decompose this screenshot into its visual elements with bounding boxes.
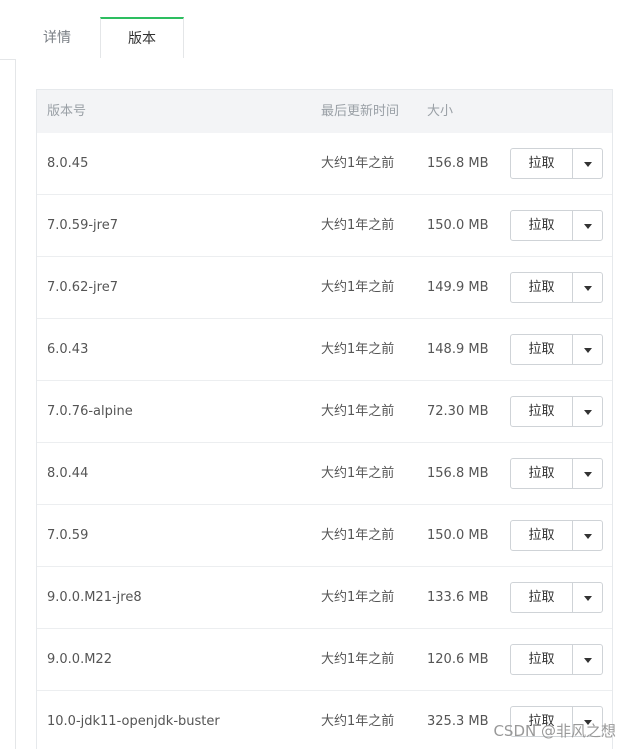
- pull-dropdown-toggle[interactable]: [573, 459, 602, 488]
- version-tag: 7.0.59-jre7: [47, 218, 118, 233]
- chevron-down-icon: [583, 409, 592, 415]
- updated-time: 大约1年之前: [321, 590, 395, 605]
- pull-button-group: 拉取: [510, 520, 603, 551]
- pull-dropdown-toggle[interactable]: [573, 335, 602, 364]
- version-tag: 8.0.44: [47, 466, 89, 481]
- pull-dropdown-toggle[interactable]: [573, 211, 602, 240]
- image-size: 325.3 MB: [427, 714, 489, 729]
- image-size: 156.8 MB: [427, 156, 489, 171]
- chevron-down-icon: [583, 161, 592, 167]
- chevron-down-icon: [583, 657, 592, 663]
- table-row: 9.0.0.M21-jre8 大约1年之前 133.6 MB 拉取: [37, 567, 612, 629]
- header-tag: 版本号: [47, 104, 87, 119]
- pull-button[interactable]: 拉取: [511, 521, 573, 550]
- pull-dropdown-toggle[interactable]: [573, 273, 602, 302]
- header-size: 大小: [427, 104, 454, 119]
- pull-button[interactable]: 拉取: [511, 211, 573, 240]
- version-tag: 9.0.0.M21-jre8: [47, 590, 142, 605]
- image-size: 120.6 MB: [427, 652, 489, 667]
- updated-time: 大约1年之前: [321, 156, 395, 171]
- updated-time: 大约1年之前: [321, 218, 395, 233]
- table-row: 7.0.59-jre7 大约1年之前 150.0 MB 拉取: [37, 195, 612, 257]
- version-tag: 7.0.76-alpine: [47, 404, 133, 419]
- pull-button[interactable]: 拉取: [511, 459, 573, 488]
- pull-dropdown-toggle[interactable]: [573, 583, 602, 612]
- table-row: 7.0.76-alpine 大约1年之前 72.30 MB 拉取: [37, 381, 612, 443]
- version-tag: 7.0.62-jre7: [47, 280, 118, 295]
- pull-button-group: 拉取: [510, 644, 603, 675]
- table-row: 7.0.62-jre7 大约1年之前 149.9 MB 拉取: [37, 257, 612, 319]
- tab-bar: 详情 版本: [0, 0, 631, 60]
- tab-versions[interactable]: 版本: [100, 17, 184, 58]
- pull-button-group: 拉取: [510, 396, 603, 427]
- updated-time: 大约1年之前: [321, 404, 395, 419]
- image-size: 150.0 MB: [427, 218, 489, 233]
- pull-button-group: 拉取: [510, 582, 603, 613]
- versions-table: 版本号 最后更新时间 大小 8.0.45 大约1年之前 156.8 MB 拉取 7.0.…: [36, 89, 613, 749]
- chevron-down-icon: [583, 347, 592, 353]
- version-tag: 10.0-jdk11-openjdk-buster: [47, 714, 220, 729]
- pull-button-group: 拉取: [510, 458, 603, 489]
- image-size: 72.30 MB: [427, 404, 489, 419]
- chevron-down-icon: [583, 595, 592, 601]
- version-tag: 8.0.45: [47, 156, 89, 171]
- table-header: 版本号 最后更新时间 大小: [37, 90, 612, 133]
- image-size: 156.8 MB: [427, 466, 489, 481]
- updated-time: 大约1年之前: [321, 280, 395, 295]
- pull-button[interactable]: 拉取: [511, 273, 573, 302]
- table-row: 6.0.43 大约1年之前 148.9 MB 拉取: [37, 319, 612, 381]
- pull-button[interactable]: 拉取: [511, 583, 573, 612]
- version-tag: 7.0.59: [47, 528, 89, 543]
- pull-button[interactable]: 拉取: [511, 335, 573, 364]
- pull-button[interactable]: 拉取: [511, 149, 573, 178]
- updated-time: 大约1年之前: [321, 652, 395, 667]
- image-size: 133.6 MB: [427, 590, 489, 605]
- table-row: 8.0.45 大约1年之前 156.8 MB 拉取: [37, 133, 612, 195]
- updated-time: 大约1年之前: [321, 714, 395, 729]
- pull-dropdown-toggle[interactable]: [573, 645, 602, 674]
- image-size: 148.9 MB: [427, 342, 489, 357]
- chevron-down-icon: [583, 533, 592, 539]
- chevron-down-icon: [583, 471, 592, 477]
- header-updated: 最后更新时间: [321, 104, 400, 119]
- updated-time: 大约1年之前: [321, 342, 395, 357]
- pull-button-group: 拉取: [510, 334, 603, 365]
- updated-time: 大约1年之前: [321, 528, 395, 543]
- pull-button-group: 拉取: [510, 210, 603, 241]
- tab-details[interactable]: 详情: [17, 18, 97, 58]
- table-row: 9.0.0.M22 大约1年之前 120.6 MB 拉取: [37, 629, 612, 691]
- pull-dropdown-toggle[interactable]: [573, 521, 602, 550]
- image-size: 149.9 MB: [427, 280, 489, 295]
- chevron-down-icon: [583, 285, 592, 291]
- pull-button-group: 拉取: [510, 272, 603, 303]
- image-size: 150.0 MB: [427, 528, 489, 543]
- pull-dropdown-toggle[interactable]: [573, 149, 602, 178]
- pull-button-group: 拉取: [510, 148, 603, 179]
- chevron-down-icon: [583, 223, 592, 229]
- pull-dropdown-toggle[interactable]: [573, 397, 602, 426]
- version-tag: 9.0.0.M22: [47, 652, 112, 667]
- updated-time: 大约1年之前: [321, 466, 395, 481]
- table-row: 7.0.59 大约1年之前 150.0 MB 拉取: [37, 505, 612, 567]
- table-body: 8.0.45 大约1年之前 156.8 MB 拉取 7.0.59-jre7 大约1年之前 1…: [37, 133, 612, 749]
- watermark: CSDN @非风之想: [493, 722, 616, 740]
- version-tag: 6.0.43: [47, 342, 89, 357]
- pull-button[interactable]: 拉取: [511, 397, 573, 426]
- table-row: 8.0.44 大约1年之前 156.8 MB 拉取: [37, 443, 612, 505]
- pull-button[interactable]: 拉取: [511, 645, 573, 674]
